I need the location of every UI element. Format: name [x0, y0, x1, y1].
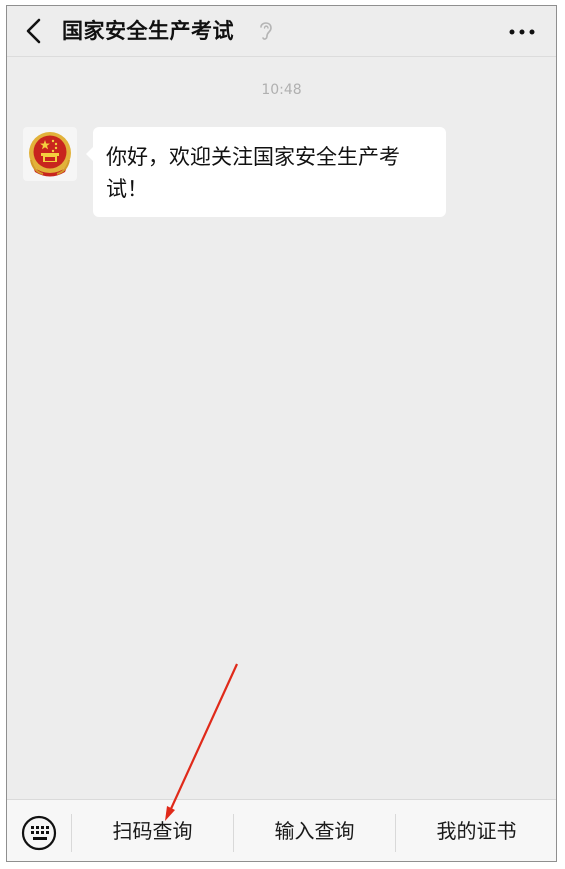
national-emblem-icon [29, 132, 71, 177]
chat-title: 国家安全生产考试 [62, 19, 234, 43]
more-options-button[interactable] [502, 16, 542, 46]
official-account-avatar[interactable] [23, 127, 77, 181]
top-bar: 国家安全生产考试 [7, 6, 556, 57]
menu-item-input-query[interactable]: 输入查询 [234, 800, 395, 861]
menu-item-scan-query[interactable]: 扫码查询 [72, 800, 233, 861]
chevron-left-icon [26, 18, 41, 44]
keyboard-toggle-button[interactable] [21, 815, 57, 851]
menu-item-my-certificate[interactable]: 我的证书 [396, 800, 556, 861]
message-bubble: 你好，欢迎关注国家安全生产考试！ [86, 127, 446, 217]
more-icon [509, 29, 535, 35]
menu-bar: 扫码查询 输入查询 我的证书 [7, 799, 556, 861]
ear-icon [260, 22, 272, 40]
keyboard-icon [21, 815, 57, 851]
chat-window: 国家安全生产考试 10:48 你好，欢迎关注国家安全生产考试！ 扫码查询 输入查… [6, 5, 557, 862]
back-button[interactable] [19, 14, 49, 48]
message-timestamp: 10:48 [261, 82, 302, 98]
